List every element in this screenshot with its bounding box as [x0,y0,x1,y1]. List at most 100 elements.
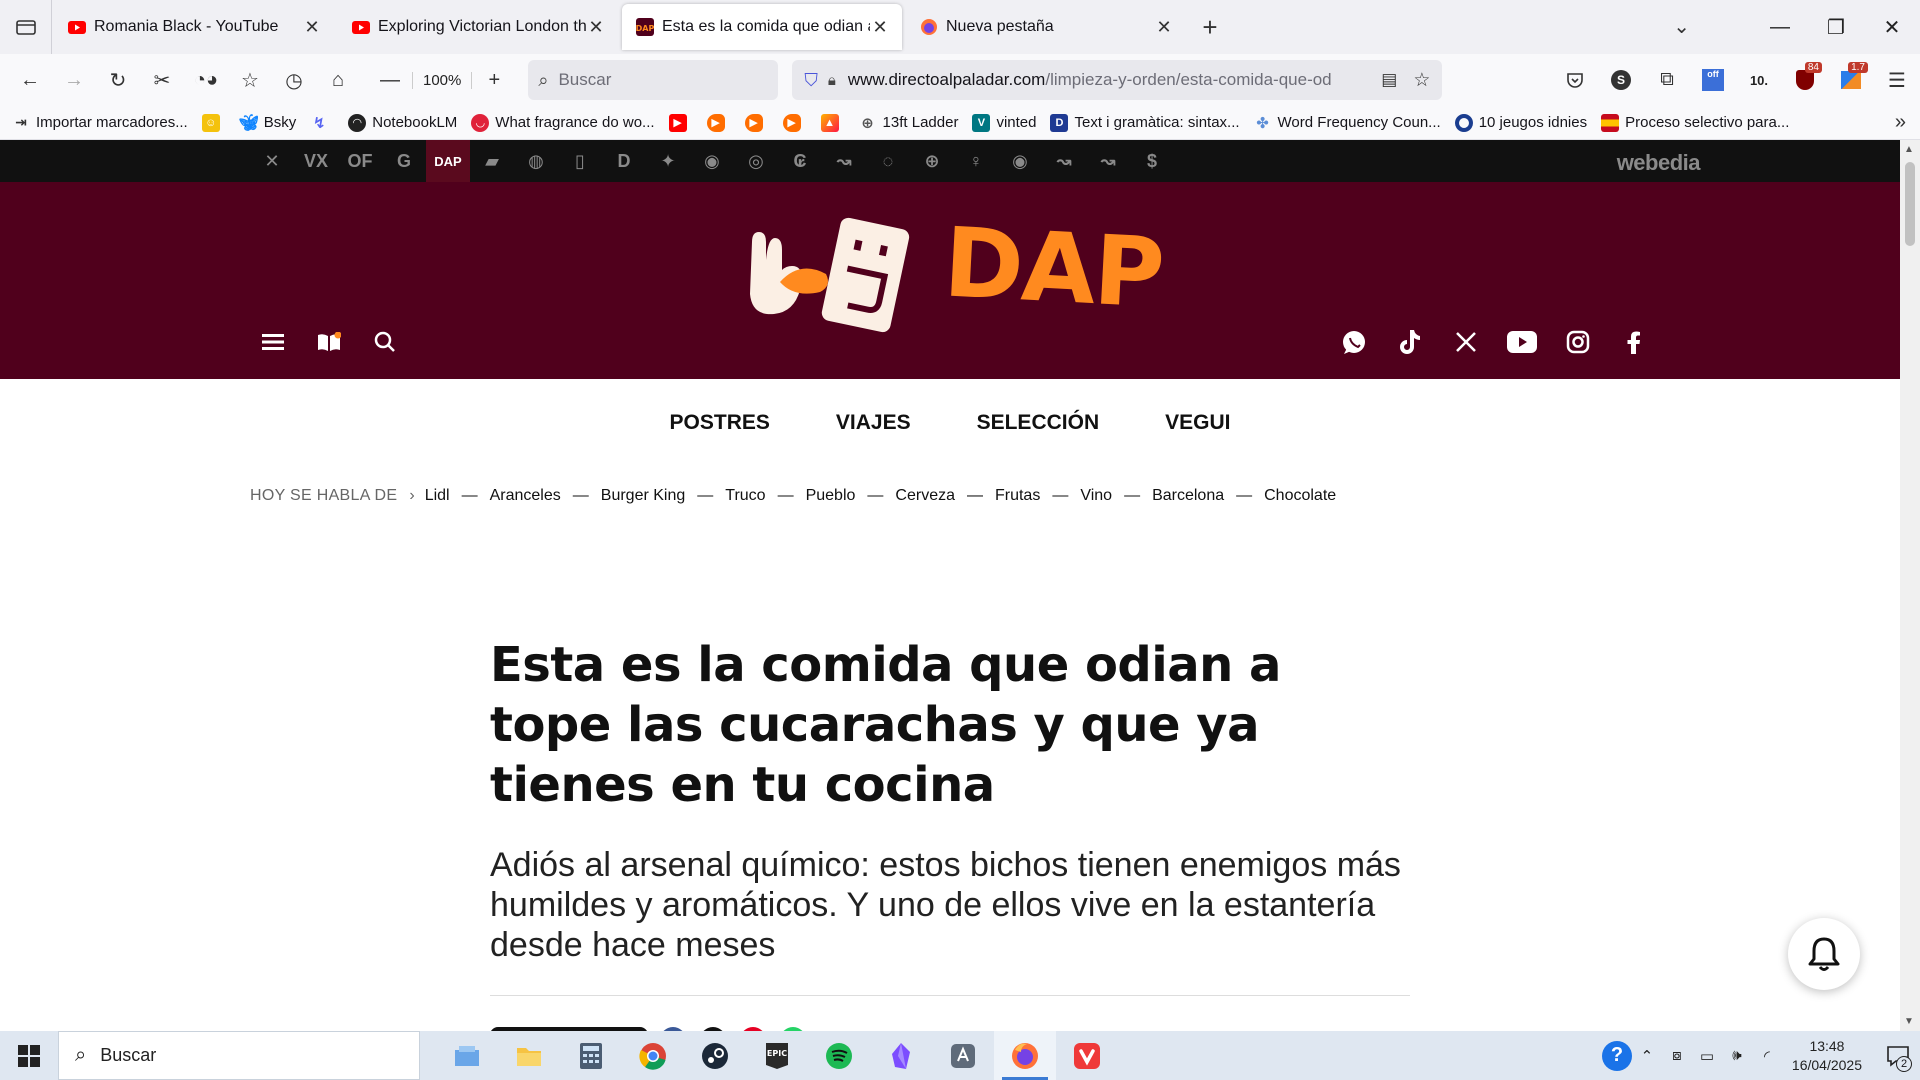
page-scrollbar[interactable]: ▲ ▼ [1900,140,1920,1031]
vivaldi-icon[interactable] [1056,1031,1118,1080]
close-window-icon[interactable]: ✕ [1864,0,1920,54]
spotify-icon[interactable] [808,1031,870,1080]
bookmark-play-1[interactable]: ▶ [706,113,731,132]
calculator-icon[interactable] [560,1031,622,1080]
chevron-up-icon[interactable]: ⌃ [1632,1047,1662,1065]
hamburger-icon[interactable] [245,324,301,360]
bookmark-proceso-selectivo[interactable]: Proceso selectivo para... [1601,113,1789,132]
scroll-up-icon[interactable]: ▲ [1904,144,1914,155]
bookmarks-button[interactable]: ☆ [228,60,272,100]
bookmark-word-frequency[interactable]: ✤ Word Frequency Coun... [1254,114,1440,132]
bookmark-youtube[interactable]: ▶ [668,113,693,132]
network-site-link[interactable]: ↝ [822,140,866,182]
ten-extension-icon[interactable]: 10. [1736,60,1782,100]
bookmark-vivaldi-like[interactable]: ↯ [310,114,334,132]
network-site-link[interactable]: ◎ [734,140,778,182]
zoom-in-button[interactable]: + [472,60,516,100]
notification-bell-button[interactable] [1788,918,1860,990]
volume-icon[interactable]: 🕪︎ [1722,1047,1752,1064]
tab-new-tab[interactable]: Nueva pestaña ✕ [906,4,1186,50]
network-site-link[interactable]: ↝ [1086,140,1130,182]
tab-youtube-romania[interactable]: Romania Black - YouTube ✕ [54,4,334,50]
tab-dap-article[interactable]: DAP Esta es la comida que odian a t ✕ [622,4,902,50]
facebook-icon[interactable] [1606,324,1662,360]
reader-view-icon[interactable]: ▤ [1381,70,1397,90]
star-icon[interactable]: ☆ [1413,69,1430,92]
instagram-icon[interactable] [1550,324,1606,360]
network-site-link[interactable]: ⊕ [910,140,954,182]
url-bar[interactable]: ⛉ 🔒︎ www.directoalpaladar.com/limpieza-y… [792,60,1443,100]
dap-wordmark[interactable]: DAP [941,206,1165,329]
network-site-link[interactable]: ◍ [514,140,558,182]
network-site-link[interactable]: ▯ [558,140,602,182]
bookmark-mountain[interactable]: ▲ [820,113,845,132]
network-site-dap[interactable]: DAP [426,140,470,182]
network-site-link[interactable]: G [382,140,426,182]
home-button[interactable]: ⌂ [316,60,360,100]
pocket-icon[interactable] [1552,60,1598,100]
category-vegui[interactable]: VEGUI [1165,411,1230,435]
network-site-link[interactable]: $ [1130,140,1174,182]
steam-icon[interactable] [684,1031,746,1080]
trending-topic-link[interactable]: Frutas [995,487,1040,505]
file-explorer-alt-icon[interactable] [436,1031,498,1080]
scroll-down-icon[interactable]: ▼ [1904,1016,1914,1027]
minimize-icon[interactable]: — [1752,0,1808,54]
bookmark-10-juegos[interactable]: 10 jeugos idnies [1454,113,1587,132]
battery-icon[interactable]: ▭ [1692,1047,1722,1065]
restore-icon[interactable]: ❐ [1808,0,1864,54]
close-tab-icon[interactable]: ✕ [302,17,322,38]
firefox-icon[interactable] [994,1031,1056,1080]
trending-topic-link[interactable]: Barcelona [1152,487,1224,505]
streak-extension-icon[interactable]: 1.7 [1828,60,1874,100]
trending-topic-link[interactable]: Chocolate [1264,487,1336,505]
ai-app-icon[interactable] [932,1031,994,1080]
chevron-double-right-icon[interactable]: » [1895,111,1906,134]
ublock-icon[interactable]: 84 [1782,60,1828,100]
zoom-level[interactable]: 100% [412,71,473,89]
network-site-link[interactable]: OF [338,140,382,182]
off-extension-icon[interactable]: off [1690,60,1736,100]
notification-center-button[interactable]: 2 [1876,1031,1920,1080]
network-site-link[interactable]: VX [294,140,338,182]
trending-topic-link[interactable]: Vino [1080,487,1112,505]
folder-icon[interactable] [498,1031,560,1080]
bookmark-text-gramatica[interactable]: D Text i gramàtica: sintax... [1050,113,1240,132]
extensions-icon[interactable]: ⧉ [1644,60,1690,100]
chevron-down-icon[interactable]: ⌄ [1673,14,1690,39]
search-icon[interactable] [357,324,413,360]
x-twitter-icon[interactable] [1438,324,1494,360]
trending-topic-link[interactable]: Pueblo [806,487,856,505]
scrollbar-thumb[interactable] [1905,162,1915,246]
chrome-icon[interactable] [622,1031,684,1080]
bookmark-play-3[interactable]: ▶ [782,113,807,132]
network-site-link[interactable]: ◉ [998,140,1042,182]
trending-topic-link[interactable]: Burger King [601,487,686,505]
close-tab-icon[interactable]: ✕ [1154,17,1174,38]
tab-list-button[interactable] [0,0,52,54]
bookmark-import[interactable]: ⇥ Importar marcadores... [12,114,188,132]
screenshot-button[interactable]: ✂ [140,60,184,100]
network-site-link[interactable]: ✦ [646,140,690,182]
trending-topic-link[interactable]: Truco [725,487,765,505]
category-seleccion[interactable]: SELECCIÓN [977,411,1100,435]
trending-topic-link[interactable]: Aranceles [490,487,561,505]
s-extension-icon[interactable]: S [1598,60,1644,100]
youtube-icon[interactable] [1494,324,1550,360]
app-menu-button[interactable]: ☰ [1874,60,1920,100]
bookmark-bsky[interactable]: 🦋︎ Bsky [239,114,297,132]
help-icon[interactable]: ? [1601,1040,1632,1071]
zoom-out-button[interactable]: — [368,60,412,100]
network-site-link[interactable]: ♀ [954,140,998,182]
trending-topic-link[interactable]: Lidl [425,487,450,505]
new-tab-button[interactable]: + [1188,0,1232,54]
taskbar-search-input[interactable]: ⌕ Buscar [58,1031,420,1080]
bookmark-vinted[interactable]: Vvinted [972,113,1036,132]
forward-button[interactable]: → [52,60,96,100]
reload-button[interactable]: ↻ [96,60,140,100]
network-site-link[interactable]: ✕ [250,140,294,182]
private-browsing-button[interactable]: ◔◕ [184,60,228,100]
obsidian-icon[interactable] [870,1031,932,1080]
whatsapp-icon[interactable] [1326,324,1382,360]
close-tab-icon[interactable]: ✕ [870,17,890,38]
